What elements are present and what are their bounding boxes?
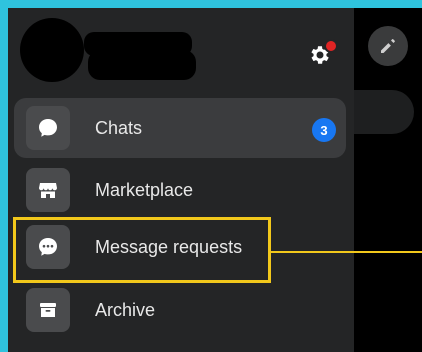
- app-window: Chats 3 Marketplace Message requests Arc…: [8, 8, 422, 352]
- menu-item-label: Archive: [95, 299, 156, 320]
- menu-item-label: Message requests: [95, 236, 243, 257]
- unread-count-badge: 3: [312, 118, 336, 142]
- menu-item-marketplace[interactable]: Marketplace: [14, 160, 346, 220]
- notification-dot: [324, 39, 338, 53]
- pencil-icon: [381, 39, 395, 53]
- chat-dots-icon: [26, 225, 70, 269]
- search-bar[interactable]: [354, 90, 414, 134]
- compose-button[interactable]: [368, 26, 408, 66]
- menu-item-label: Chats: [95, 117, 143, 138]
- highlight-connector-line: [270, 251, 422, 253]
- menu-item-message-requests[interactable]: Message requests: [14, 217, 346, 277]
- menu-item-label: Marketplace: [95, 179, 194, 200]
- menu-item-chats[interactable]: Chats 3: [14, 98, 346, 158]
- menu-item-archive[interactable]: Archive: [14, 280, 346, 340]
- archive-box-icon: [26, 288, 70, 332]
- redacted-name-extra: [88, 50, 196, 80]
- profile-header: [8, 8, 354, 88]
- avatar[interactable]: [20, 18, 84, 82]
- side-drawer: Chats 3 Marketplace Message requests Arc…: [8, 8, 354, 352]
- storefront-icon: [26, 168, 70, 212]
- chat-bubble-icon: [26, 106, 70, 150]
